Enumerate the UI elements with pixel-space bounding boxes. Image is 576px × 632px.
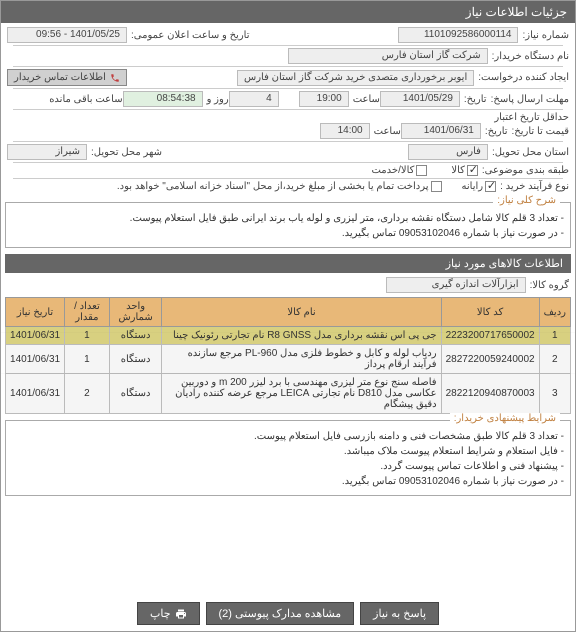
valid-sublabel: قیمت تا تاریخ: — [512, 126, 569, 137]
cell-date: 1401/06/31 — [6, 327, 65, 345]
reply-label: پاسخ به نیاز — [373, 607, 426, 620]
khadamat-checkbox[interactable] — [416, 165, 427, 176]
cell-n: 1 — [539, 327, 570, 345]
public-date-value: 1401/05/25 - 09:56 — [7, 27, 127, 43]
footer-bar: پاسخ به نیاز مشاهده مدارک پیوستی (2) چاپ — [1, 596, 575, 631]
page-header: جزئیات اطلاعات نیاز — [1, 1, 575, 23]
khadamat-label: کالا/خدمت — [371, 165, 414, 176]
cell-code: 2223200717650002 — [441, 327, 539, 345]
public-date-label: تاریخ و ساعت اعلان عمومی: — [131, 30, 250, 41]
time-remaining: 08:54:38 — [123, 91, 203, 107]
cell-qty: 1 — [65, 327, 110, 345]
days-label: روز و — [207, 94, 229, 105]
col-row: ردیف — [539, 298, 570, 327]
col-date: تاریخ نیاز — [6, 298, 65, 327]
city-value: شیراز — [7, 144, 87, 160]
cell-date: 1401/06/31 — [6, 345, 65, 374]
items-section-title: اطلاعات کالاهای مورد نیاز — [5, 254, 571, 273]
need-no-value: 1101092586000114 — [398, 27, 518, 43]
summary-line-1: - تعداد 3 قلم کالا شامل دستگاه نقشه بردا… — [12, 211, 564, 226]
cell-unit: دستگاه — [109, 327, 162, 345]
pay-text: پرداخت تمام یا بخشی از مبلغ خرید،از محل … — [117, 181, 429, 192]
need-no-label: شماره نیاز: — [522, 30, 569, 41]
rayane-checkbox[interactable] — [485, 181, 496, 192]
creator-value: ایوبر برخورداری متصدی خرید شرکت گاز استا… — [237, 70, 474, 86]
group-value: ابزارآلات اندازه گیری — [386, 277, 526, 293]
valid-date: 1401/06/31 — [401, 123, 481, 139]
cell-code: 2822120940870003 — [441, 374, 539, 414]
cell-n: 3 — [539, 374, 570, 414]
cell-name: فاصله سنج نوع متر لیزری مهندسی با برد لی… — [162, 374, 441, 414]
print-icon — [175, 608, 187, 620]
group-label: گروه کالا: — [530, 280, 569, 291]
cell-n: 2 — [539, 345, 570, 374]
deadline-label: مهلت ارسال پاسخ: — [491, 94, 569, 105]
cond-line-2: - فایل استعلام و شرایط استعلام پیوست ملا… — [12, 444, 564, 459]
table-row[interactable]: 32822120940870003فاصله سنج نوع متر لیزری… — [6, 374, 571, 414]
deadline-time: 19:00 — [299, 91, 349, 107]
conditions-title: شرایط پیشنهادی خریدار: — [450, 413, 560, 424]
attachments-button[interactable]: مشاهده مدارک پیوستی (2) — [206, 602, 355, 625]
classify-label: طبقه بندی موضوعی: — [482, 165, 569, 176]
valid-time: 14:00 — [320, 123, 370, 139]
city-label: شهر محل تحویل: — [91, 147, 162, 158]
remain-label: ساعت باقی مانده — [49, 94, 122, 105]
page-title: جزئیات اطلاعات نیاز — [466, 5, 567, 19]
province-label: استان محل تحویل: — [492, 147, 569, 158]
cell-code: 2827220059240002 — [441, 345, 539, 374]
col-name: نام کالا — [162, 298, 441, 327]
attach-label: مشاهده مدارک پیوستی (2) — [219, 607, 342, 620]
days-remaining: 4 — [229, 91, 279, 107]
table-row[interactable]: 22827220059240002ردیاب لوله و کابل و خطو… — [6, 345, 571, 374]
date-sublabel-2: تاریخ: — [485, 126, 508, 137]
kala-label: کالا — [451, 165, 465, 176]
summary-title: شرح کلی نیاز: — [493, 195, 560, 206]
cell-name: ردیاب لوله و کابل و خطوط فلزی مدل PL-960… — [162, 345, 441, 374]
col-qty: تعداد / مقدار — [65, 298, 110, 327]
conditions-group: شرایط پیشنهادی خریدار: - تعداد 3 قلم کال… — [5, 420, 571, 496]
valid-label: حداقل تاریخ اعتبار — [494, 112, 569, 123]
cell-date: 1401/06/31 — [6, 374, 65, 414]
items-table: ردیف کد کالا نام کالا واحد شمارش تعداد /… — [5, 297, 571, 414]
creator-label: ایجاد کننده درخواست: — [478, 72, 569, 83]
province-value: فارس — [408, 144, 488, 160]
summary-group: شرح کلی نیاز: - تعداد 3 قلم کالا شامل دس… — [5, 202, 571, 248]
kala-checkbox[interactable] — [467, 165, 478, 176]
col-code: کد کالا — [441, 298, 539, 327]
pay-checkbox[interactable] — [431, 181, 442, 192]
org-label: نام دستگاه خریدار: — [492, 51, 569, 62]
date-sublabel: تاریخ: — [464, 94, 487, 105]
cell-qty: 2 — [65, 374, 110, 414]
cell-unit: دستگاه — [109, 345, 162, 374]
process-label: نوع فرآیند خرید : — [500, 181, 569, 192]
cond-line-1: - تعداد 3 قلم کالا طبق مشخصات فنی و دامن… — [12, 429, 564, 444]
reply-button[interactable]: پاسخ به نیاز — [360, 602, 439, 625]
phone-icon — [110, 73, 120, 83]
time-label-1: ساعت — [353, 94, 380, 105]
cell-name: جی پی اس نقشه برداری مدل R8 GNSS نام تجا… — [162, 327, 441, 345]
cond-line-4: - در صورت نیاز با شماره 09053102046 تماس… — [12, 474, 564, 489]
cell-unit: دستگاه — [109, 374, 162, 414]
contact-buyer-button[interactable]: اطلاعات تماس خریدار — [7, 69, 127, 86]
summary-line-2: - در صورت نیاز با شماره 09053102046 تماس… — [12, 226, 564, 241]
cell-qty: 1 — [65, 345, 110, 374]
rayane-label: رایانه — [462, 181, 484, 192]
col-unit: واحد شمارش — [109, 298, 162, 327]
table-row[interactable]: 12223200717650002جی پی اس نقشه برداری مد… — [6, 327, 571, 345]
org-value: شرکت گاز استان فارس — [288, 48, 488, 64]
print-label: چاپ — [150, 607, 171, 620]
print-button[interactable]: چاپ — [137, 602, 200, 625]
deadline-date: 1401/05/29 — [380, 91, 460, 107]
contact-buyer-label: اطلاعات تماس خریدار — [14, 72, 106, 83]
cond-line-3: - پیشنهاد فنی و اطلاعات تماس پیوست گردد. — [12, 459, 564, 474]
time-label-2: ساعت — [374, 126, 401, 137]
